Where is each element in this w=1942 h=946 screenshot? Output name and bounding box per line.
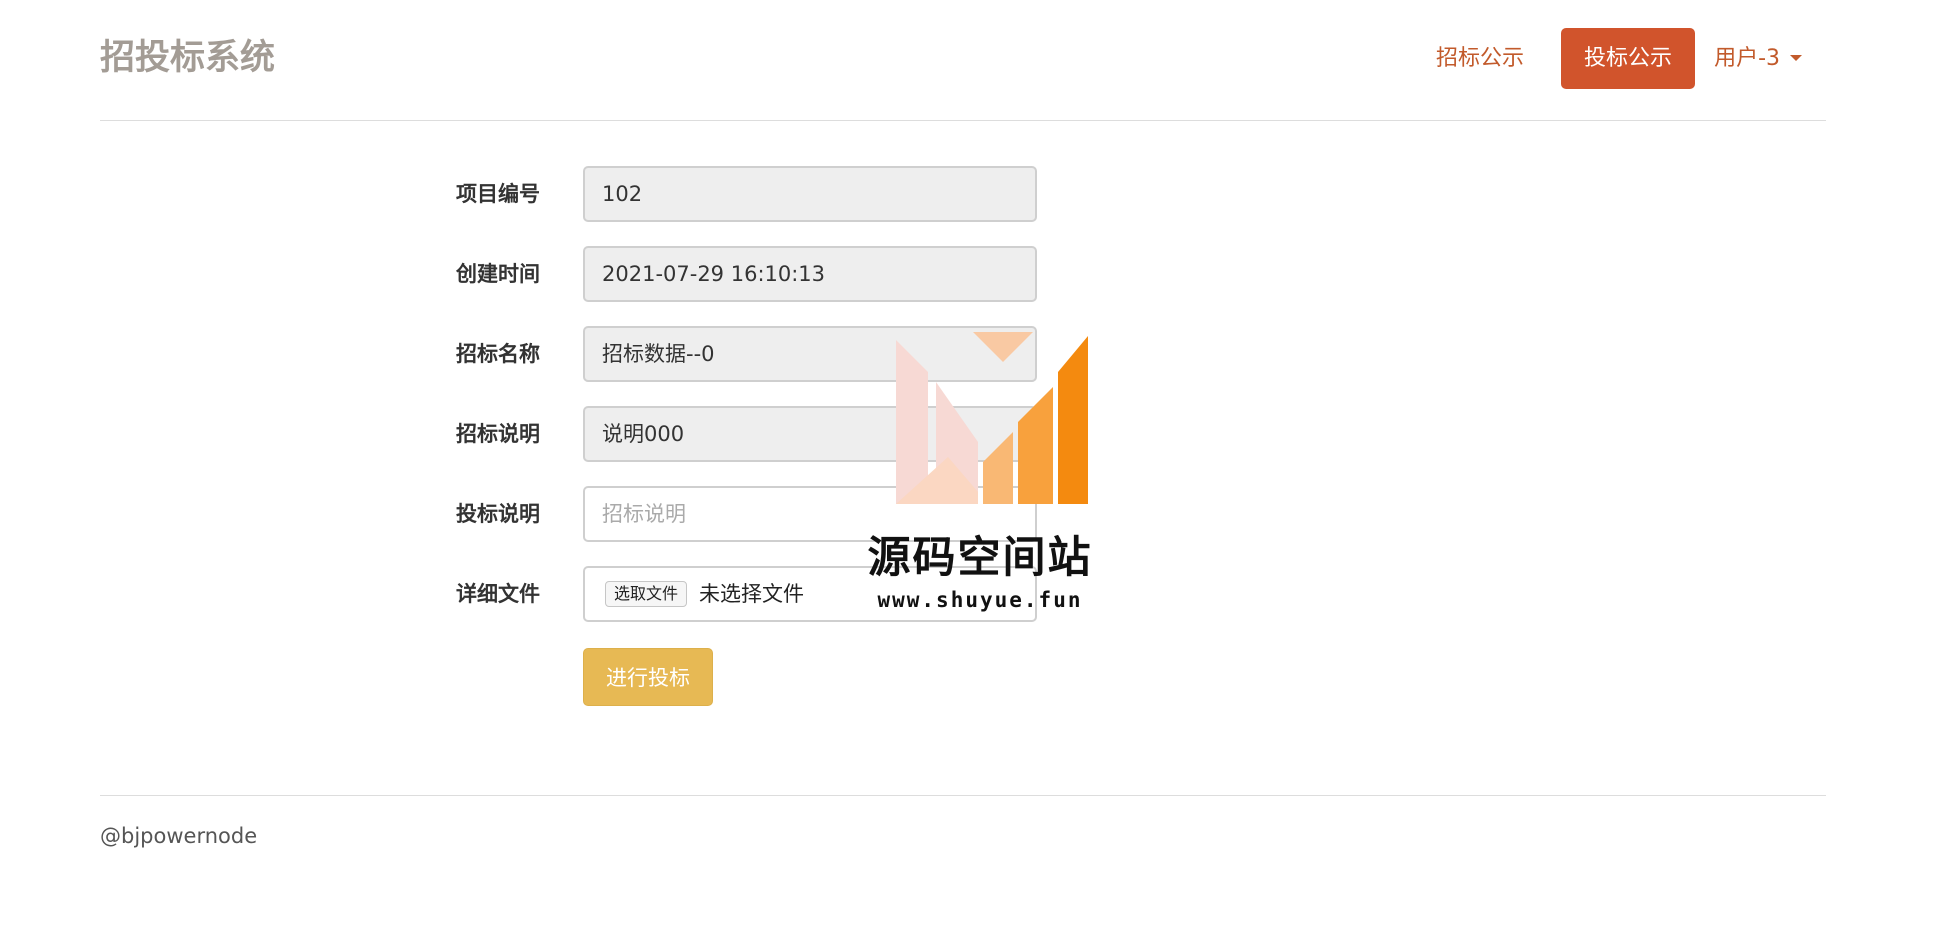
detail-file-input[interactable]: 选取文件 未选择文件 [583,566,1037,622]
app-title: 招投标系统 [100,38,276,78]
chevron-down-icon [1790,55,1802,61]
user-menu-label: 用户-3 [1714,46,1780,71]
nav-tender-notice-link[interactable]: 投标公示 [1561,28,1695,89]
detail-file-label: 详细文件 [456,582,540,606]
form-row-tender-desc: 投标说明 [0,486,1942,546]
tender-desc-label: 投标说明 [456,502,540,526]
created-time-label: 创建时间 [456,262,540,286]
footer-copyright: @bjpowernode [100,824,258,848]
form-row-project-no: 项目编号 102 [0,166,1942,226]
bid-name-label: 招标名称 [456,342,540,366]
nav-bid-notice-link[interactable]: 招标公示 [1425,28,1535,89]
tender-desc-input[interactable] [583,486,1037,542]
form-row-bid-desc: 招标说明 说明000 [0,406,1942,466]
project-no-field: 102 [583,166,1037,222]
form-row-created-time: 创建时间 2021-07-29 16:10:13 [0,246,1942,306]
form-row-bid-name: 招标名称 招标数据--0 [0,326,1942,386]
created-time-field: 2021-07-29 16:10:13 [583,246,1037,302]
bid-name-field: 招标数据--0 [583,326,1037,382]
bid-desc-field: 说明000 [583,406,1037,462]
user-menu-dropdown[interactable]: 用户-3 [1712,28,1802,89]
page: 招投标系统 招标公示 投标公示 用户-3 项目编号 102 创建时间 2021-… [0,0,1942,946]
file-status-text: 未选择文件 [699,582,805,606]
submit-tender-button[interactable]: 进行投标 [583,648,713,706]
choose-file-button[interactable]: 选取文件 [605,581,688,607]
header: 招投标系统 招标公示 投标公示 用户-3 [100,0,1826,121]
form-row-detail-file: 详细文件 选取文件 未选择文件 [0,566,1942,626]
bid-desc-label: 招标说明 [456,422,540,446]
project-no-label: 项目编号 [456,182,540,206]
footer-divider [100,795,1826,796]
